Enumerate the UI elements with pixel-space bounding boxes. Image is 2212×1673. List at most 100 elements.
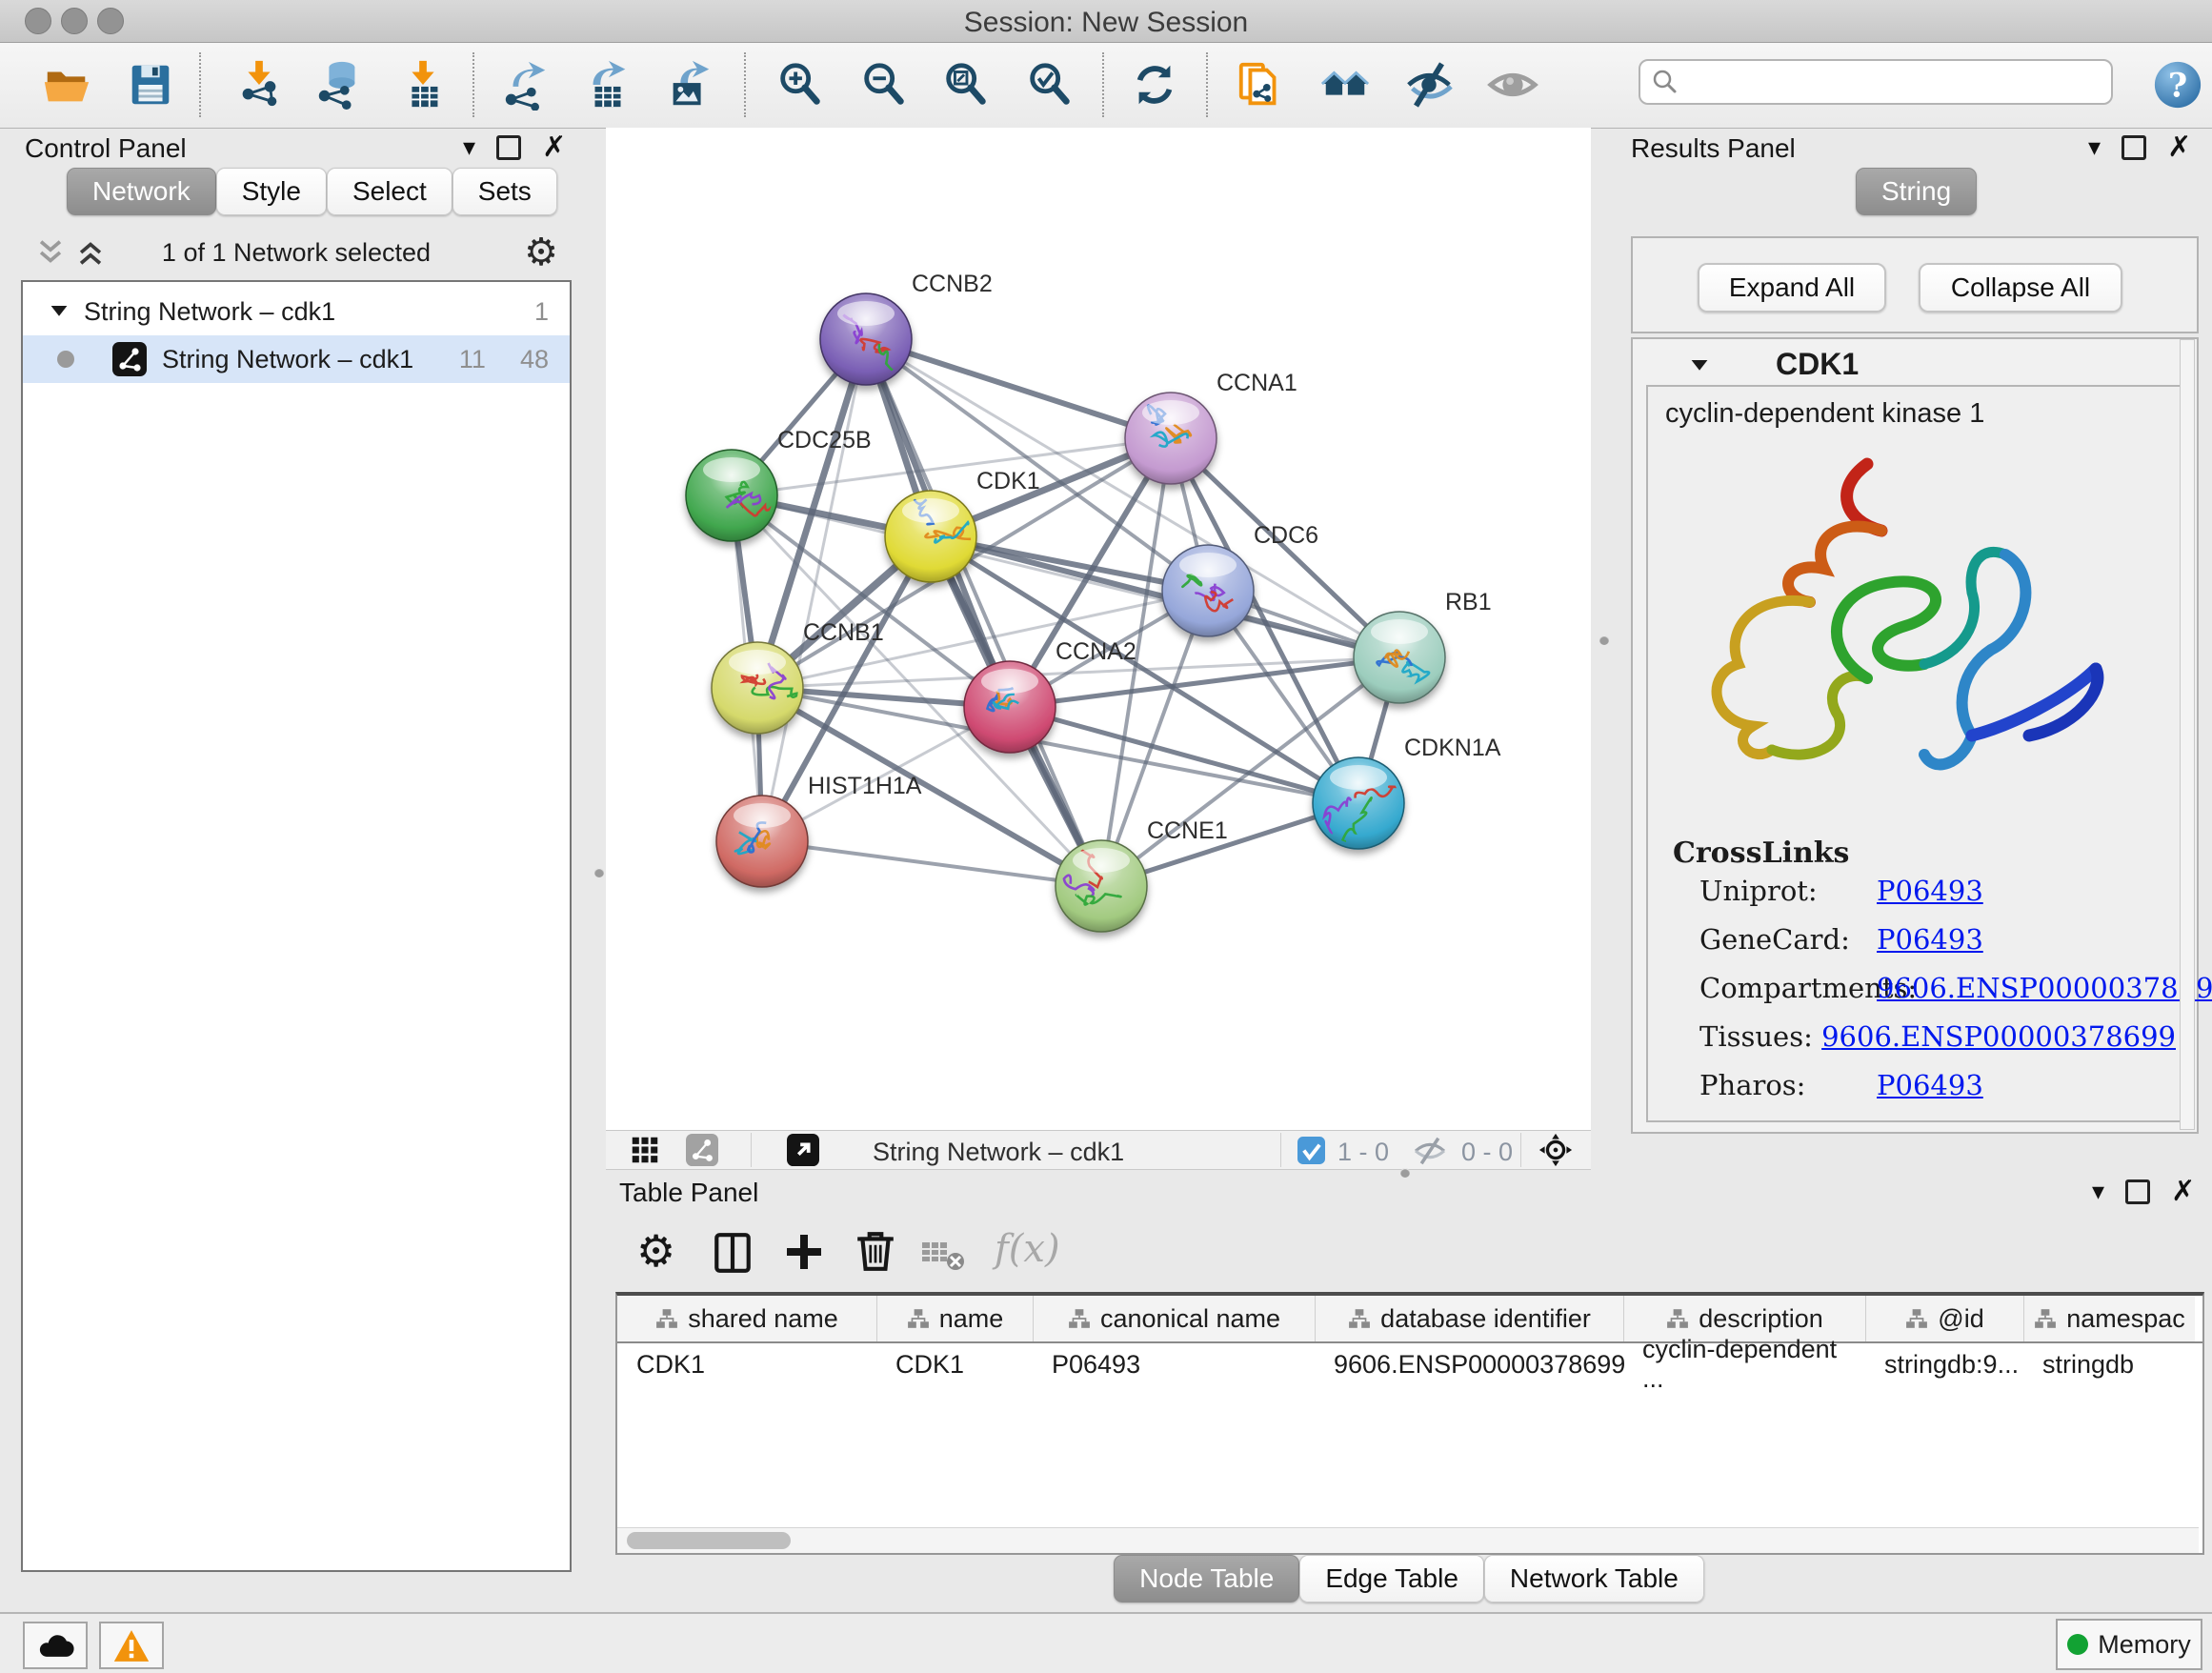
tab-node-table[interactable]: Node Table [1114, 1555, 1299, 1602]
selected-nodes-checkbox[interactable] [1297, 1137, 1325, 1164]
export-table-button[interactable] [579, 56, 636, 113]
svg-text:?: ? [2168, 67, 2187, 106]
save-session-button[interactable] [122, 56, 179, 113]
warnings-button[interactable] [99, 1622, 164, 1669]
crosslink-link[interactable]: 9606.ENSP00000378699 [1821, 1020, 2176, 1053]
node-label: CCNB1 [803, 619, 884, 646]
panel-close-icon[interactable]: ✗ [2167, 138, 2191, 157]
create-column-button[interactable] [783, 1231, 825, 1273]
panel-float-icon[interactable] [496, 135, 521, 160]
delete-table-button-disabled[interactable] [920, 1237, 966, 1275]
crosslink-link[interactable]: 9606.ENSP00000378699 [1877, 972, 2212, 1004]
panel-float-icon[interactable] [2122, 135, 2146, 160]
export-image-button[interactable] [661, 56, 718, 113]
memory-button[interactable]: Memory [2056, 1619, 2202, 1670]
panel-collapse-icon[interactable]: ▾ [2092, 1178, 2104, 1206]
zoom-fit-button[interactable] [937, 56, 995, 113]
open-folder-icon [41, 59, 92, 111]
cloud-status-button[interactable] [23, 1622, 88, 1669]
zoom-in-button[interactable] [772, 56, 829, 113]
show-columns-button[interactable] [711, 1231, 754, 1275]
tab-network-table[interactable]: Network Table [1484, 1555, 1704, 1602]
zoom-in-icon [774, 59, 826, 111]
tab-string[interactable]: String [1856, 168, 1977, 215]
title-bar: Session: New Session [0, 0, 2212, 43]
column-header-name[interactable]: name [876, 1296, 1033, 1341]
network-node-CDK1[interactable] [885, 491, 976, 582]
help-button[interactable]: ? [2149, 56, 2206, 113]
network-canvas[interactable]: CCNB2CCNA1CDC25BCDK1CDC6RB1CCNB1CCNA2CDK… [606, 128, 1591, 1130]
export-network-button[interactable] [497, 56, 554, 113]
result-collapse-triangle-icon[interactable] [1688, 354, 1711, 377]
import-table-button[interactable] [394, 56, 452, 113]
network-node-CCNA1[interactable] [1125, 393, 1217, 484]
open-session-button[interactable] [38, 56, 95, 113]
results-actions-box: Expand All Collapse All [1631, 236, 2199, 333]
tab-network[interactable]: Network [67, 168, 216, 215]
right-splitter-handle[interactable] [1599, 635, 1609, 645]
export-image-icon [664, 59, 715, 111]
home-networks-button[interactable] [1317, 56, 1374, 113]
hide-selected-button[interactable] [1400, 56, 1458, 113]
crosslink-link[interactable]: P06493 [1877, 923, 1983, 956]
crosslink-label: Tissues: [1699, 1020, 1821, 1053]
network-node-HIST1H1A[interactable] [716, 796, 808, 887]
table-row[interactable]: CDK1CDK1P064939606.ENSP00000378699cyclin… [617, 1343, 2202, 1385]
tree-expand-triangle-icon[interactable] [48, 300, 70, 323]
network-node-CDKN1A[interactable] [1313, 757, 1404, 849]
tab-edge-table[interactable]: Edge Table [1299, 1555, 1484, 1602]
network-node-CCNA2[interactable] [964, 661, 1056, 753]
clone-network-button[interactable] [1233, 56, 1290, 113]
results-scrollbar[interactable] [2180, 339, 2195, 1130]
network-row-selected[interactable]: String Network – cdk1 11 48 [23, 335, 570, 383]
network-node-CDC25B[interactable] [686, 450, 778, 541]
expand-all-button[interactable]: Expand All [1698, 263, 1886, 312]
panel-close-icon[interactable]: ✗ [542, 138, 566, 157]
delete-column-button[interactable] [854, 1229, 897, 1273]
panel-close-icon[interactable]: ✗ [2171, 1182, 2195, 1201]
table-options-gear-icon[interactable]: ⚙ [636, 1225, 675, 1277]
node-label: CDK1 [976, 468, 1040, 494]
network-overview-button[interactable] [686, 1134, 718, 1166]
eye-icon [1487, 59, 1538, 111]
tab-sets[interactable]: Sets [452, 168, 557, 215]
network-node-CCNE1[interactable] [1056, 840, 1147, 932]
birds-eye-grid-button[interactable] [631, 1136, 659, 1164]
zoom-out-button[interactable] [855, 56, 913, 113]
function-builder-button-disabled[interactable]: f(x) [995, 1227, 1060, 1271]
fit-content-button[interactable] [1538, 1132, 1574, 1168]
column-header-namespac[interactable]: namespac [2023, 1296, 2195, 1341]
vertical-splitter-handle[interactable] [594, 868, 604, 877]
network-collection-row[interactable]: String Network – cdk1 1 [23, 288, 570, 335]
network-node-count: 11 [459, 345, 486, 374]
import-database-button[interactable] [311, 56, 368, 113]
refresh-network-button[interactable] [1126, 56, 1183, 113]
network-options-gear-icon[interactable]: ⚙ [524, 231, 558, 274]
import-network-button[interactable] [231, 56, 288, 113]
panel-collapse-icon[interactable]: ▾ [2088, 133, 2101, 162]
hidden-toggle[interactable] [1412, 1137, 1448, 1165]
network-node-CCNB1[interactable] [712, 642, 803, 734]
tab-select[interactable]: Select [327, 168, 452, 215]
zoom-selected-button[interactable] [1021, 56, 1078, 113]
table-hscrollbar-thumb[interactable] [627, 1532, 791, 1549]
delete-table-icon [920, 1237, 966, 1275]
column-header--id[interactable]: @id [1865, 1296, 2023, 1341]
column-header-database-identifier[interactable]: database identifier [1315, 1296, 1623, 1341]
panel-collapse-icon[interactable]: ▾ [463, 133, 475, 162]
crosslink-link[interactable]: P06493 [1877, 1069, 1983, 1101]
open-in-window-button[interactable] [787, 1134, 819, 1166]
collapse-all-button[interactable]: Collapse All [1919, 263, 2122, 312]
tab-style[interactable]: Style [216, 168, 327, 215]
crosslink-link[interactable]: P06493 [1877, 875, 1983, 907]
network-node-CCNB2[interactable] [820, 293, 913, 385]
column-header-shared-name[interactable]: shared name [617, 1296, 876, 1341]
network-node-RB1[interactable] [1354, 612, 1445, 703]
column-header-canonical-name[interactable]: canonical name [1033, 1296, 1315, 1341]
search-input[interactable] [1679, 67, 2111, 98]
table-hscrollbar[interactable] [617, 1527, 2199, 1553]
show-all-button[interactable] [1484, 56, 1541, 113]
panel-float-icon[interactable] [2125, 1179, 2150, 1204]
network-node-CDC6[interactable] [1162, 545, 1254, 636]
table-cell: stringdb:9... [1865, 1343, 2023, 1385]
